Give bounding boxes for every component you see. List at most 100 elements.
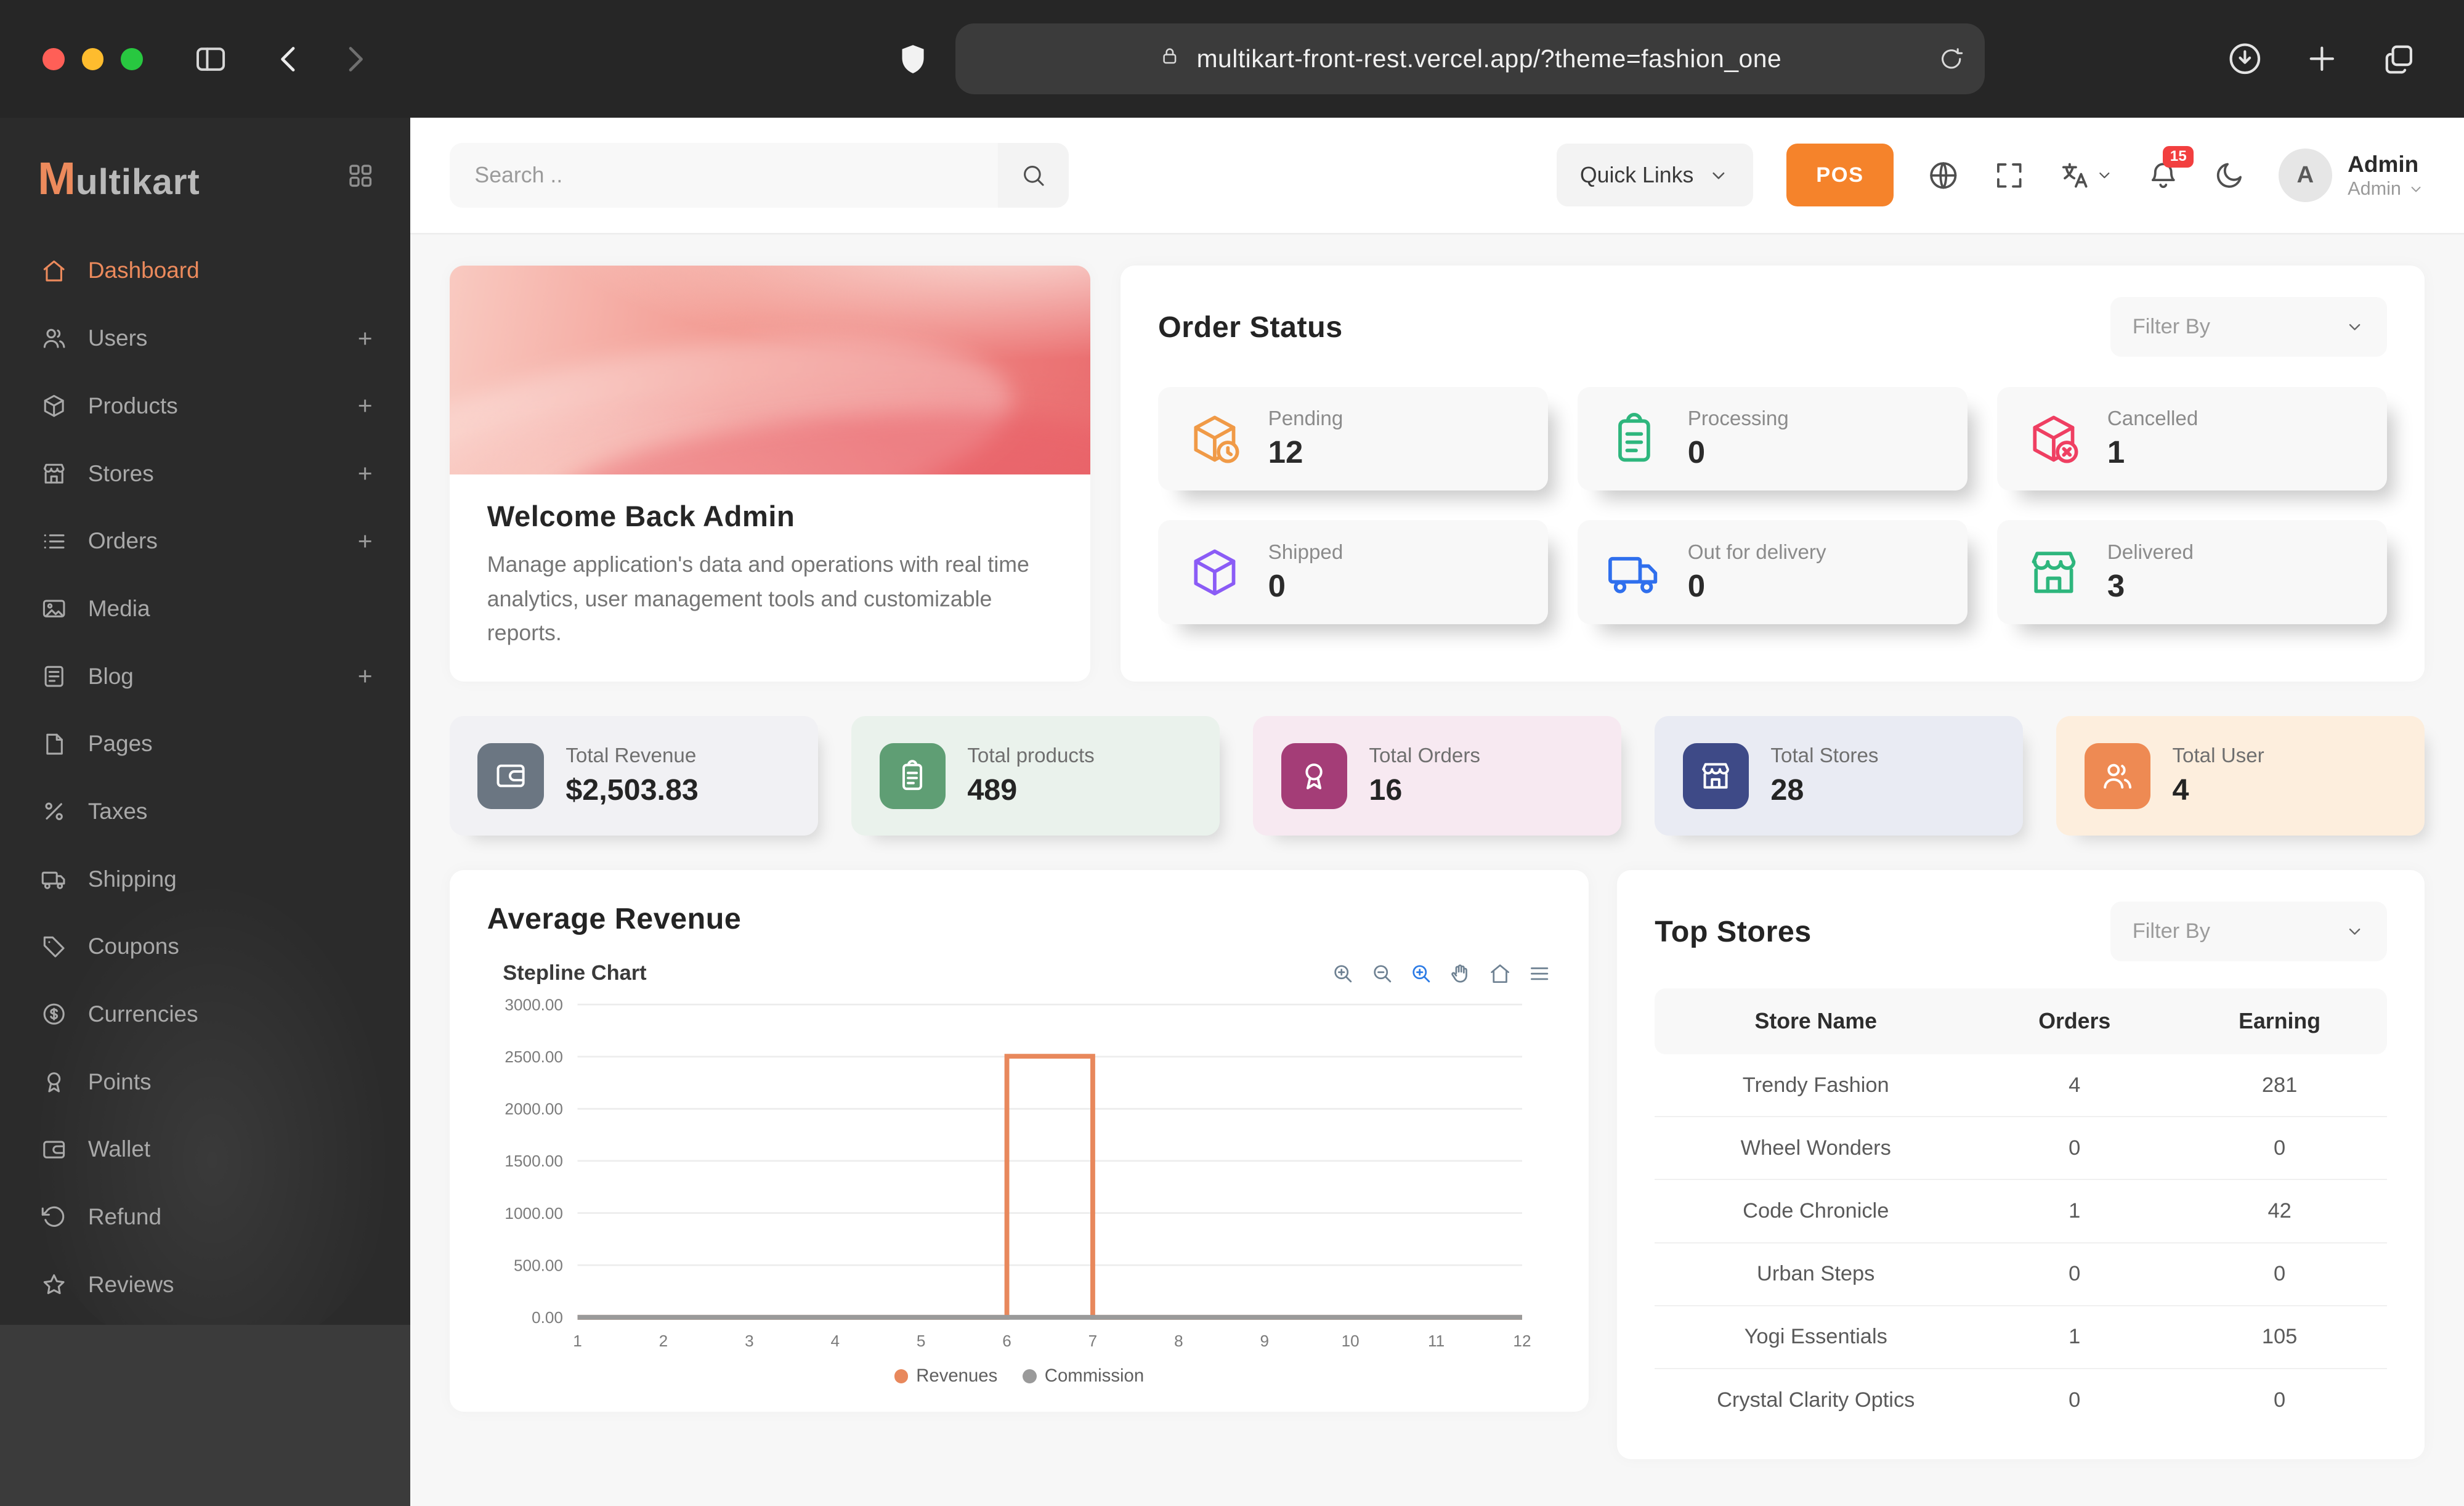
legend-item-commission[interactable]: Commission [1023,1366,1144,1386]
svg-text:2000.00: 2000.00 [505,1100,563,1118]
sidebar-item-blog[interactable]: Blog + [0,643,410,710]
svg-text:8: 8 [1174,1332,1183,1350]
users-icon [41,325,67,351]
wallet-icon [41,1136,67,1163]
minimize-window-button[interactable] [81,47,104,70]
selection-zoom-icon[interactable] [1409,962,1433,985]
welcome-card: Welcome Back Admin Manage application's … [449,266,1091,682]
sidebar-item-users[interactable]: Users + [0,304,410,372]
svg-text:3: 3 [745,1332,754,1350]
top-stores-filter-select[interactable]: Filter By [2110,902,2387,962]
reload-icon[interactable] [1938,46,1964,72]
chart-subtitle: Stepline Chart [503,961,647,985]
fullscreen-icon[interactable] [1993,159,2026,192]
sidebar-item-points[interactable]: Points [0,1048,410,1116]
quick-links-dropdown[interactable]: Quick Links [1556,144,1754,207]
expand-plus-icon[interactable]: + [358,324,373,353]
sidebar-item-wallet[interactable]: Wallet [0,1116,410,1184]
svg-text:1000.00: 1000.00 [505,1204,563,1223]
sidebar-item-dashboard[interactable]: Dashboard [0,237,410,305]
sidebar-item-shipping[interactable]: Shipping [0,845,410,913]
expand-plus-icon[interactable]: + [358,527,373,556]
zoom-window-button[interactable] [121,47,144,70]
svg-text:9: 9 [1260,1332,1269,1350]
stat-card-total-user: Total User 4 [2056,716,2425,836]
brand-logo[interactable]: Multikart [38,156,200,203]
browser-back-button[interactable] [272,42,306,76]
sidebar-item-coupons[interactable]: Coupons [0,913,410,981]
pos-button[interactable]: POS [1786,144,1894,207]
sidebar-item-taxes[interactable]: Taxes [0,778,410,845]
toggle-sidebar-icon[interactable] [193,42,228,76]
apps-grid-icon[interactable] [346,161,375,197]
user-name: Admin [2348,151,2419,177]
sidebar-item-products[interactable]: Products + [0,372,410,440]
avatar: A [2278,149,2332,202]
chevron-down-icon [2344,921,2365,942]
table-row: Crystal Clarity Optics 0 0 [1655,1368,2387,1431]
chart-menu-icon[interactable] [1528,962,1551,985]
column-header-orders: Orders [1977,988,2173,1054]
translate-icon[interactable] [2059,159,2113,192]
dollar-icon [41,1001,67,1027]
stepline-chart[interactable]: 0.00 500.00 1000.00 1500.00 2000.00 2500.00 30… [487,988,1551,1362]
zoom-in-icon[interactable] [1331,962,1355,985]
reset-zoom-home-icon[interactable] [1488,962,1512,985]
table-row: Code Chronicle 1 42 [1655,1179,2387,1243]
percent-icon [41,798,67,824]
user-role: Admin [2348,178,2401,200]
status-tile-delivered: Delivered 3 [1997,520,2387,624]
sidebar-item-pages[interactable]: Pages [0,710,410,778]
topbar: Quick Links POS 15 A Admin Admin [410,118,2464,233]
address-bar[interactable]: multikart-front-rest.vercel.app/?theme=f… [955,23,1985,95]
downloads-icon[interactable] [2227,41,2263,77]
svg-text:5: 5 [917,1332,926,1350]
zoom-out-icon[interactable] [1371,962,1394,985]
sidebar-item-orders[interactable]: Orders + [0,507,410,575]
new-tab-icon[interactable] [2304,41,2340,77]
pan-hand-icon[interactable] [1449,962,1472,985]
order-status-card: Order Status Filter By Pending 12 Proces… [1120,266,2425,682]
store-icon [41,460,67,487]
sidebar-item-reviews[interactable]: Reviews [0,1251,410,1319]
legend-item-revenues[interactable]: Revenues [894,1366,997,1386]
tag-icon [41,934,67,960]
refund-icon [41,1203,67,1230]
browser-forward-button[interactable] [338,42,372,76]
search-button[interactable] [997,143,1069,208]
sidebar-item-refund[interactable]: Refund [0,1183,410,1251]
privacy-shield-icon[interactable] [896,42,930,76]
chevron-down-icon [2095,166,2114,185]
top-stores-table: Store Name Orders Earning Trendy Fashion… [1655,988,2387,1431]
language-globe-icon[interactable] [1927,159,1960,192]
status-tile-processing: Processing 0 [1578,386,1968,490]
expand-plus-icon[interactable]: + [358,662,373,691]
expand-plus-icon[interactable]: + [358,459,373,488]
status-tile-out-for-delivery: Out for delivery 0 [1578,520,1968,624]
order-status-filter-select[interactable]: Filter By [2110,297,2387,357]
svg-text:0.00: 0.00 [532,1308,563,1327]
processing-clipboard-icon [1606,410,1663,467]
notifications-bell-icon[interactable]: 15 [2147,146,2194,192]
top-stores-title: Top Stores [1655,914,1812,948]
close-window-button[interactable] [42,47,65,70]
sidebar-item-currencies[interactable]: Currencies [0,980,410,1048]
delivery-truck-icon [1606,544,1663,601]
sidebar-item-media[interactable]: Media [0,575,410,643]
table-row: Trendy Fashion 4 281 [1742,1073,2298,1097]
home-icon [41,258,67,284]
expand-plus-icon[interactable]: + [358,391,373,420]
dark-mode-moon-icon[interactable] [2213,159,2246,192]
orders-award-icon [1281,743,1347,809]
user-menu[interactable]: A Admin Admin [2278,149,2425,202]
status-tile-shipped: Shipped 0 [1158,520,1548,624]
truck-icon [41,866,67,892]
sidebar: Multikart Dashboard Users + Products + Sto… [0,118,410,1506]
users-icon [2084,743,2150,809]
search-box [449,143,1069,208]
chart-toolbar [1331,962,1551,985]
sidebar-item-stores[interactable]: Stores + [0,440,410,508]
tab-overview-icon[interactable] [2381,41,2417,77]
search-input[interactable] [449,143,998,208]
average-revenue-card: Average Revenue Stepline Chart 0.00 500.0 [449,870,1589,1412]
